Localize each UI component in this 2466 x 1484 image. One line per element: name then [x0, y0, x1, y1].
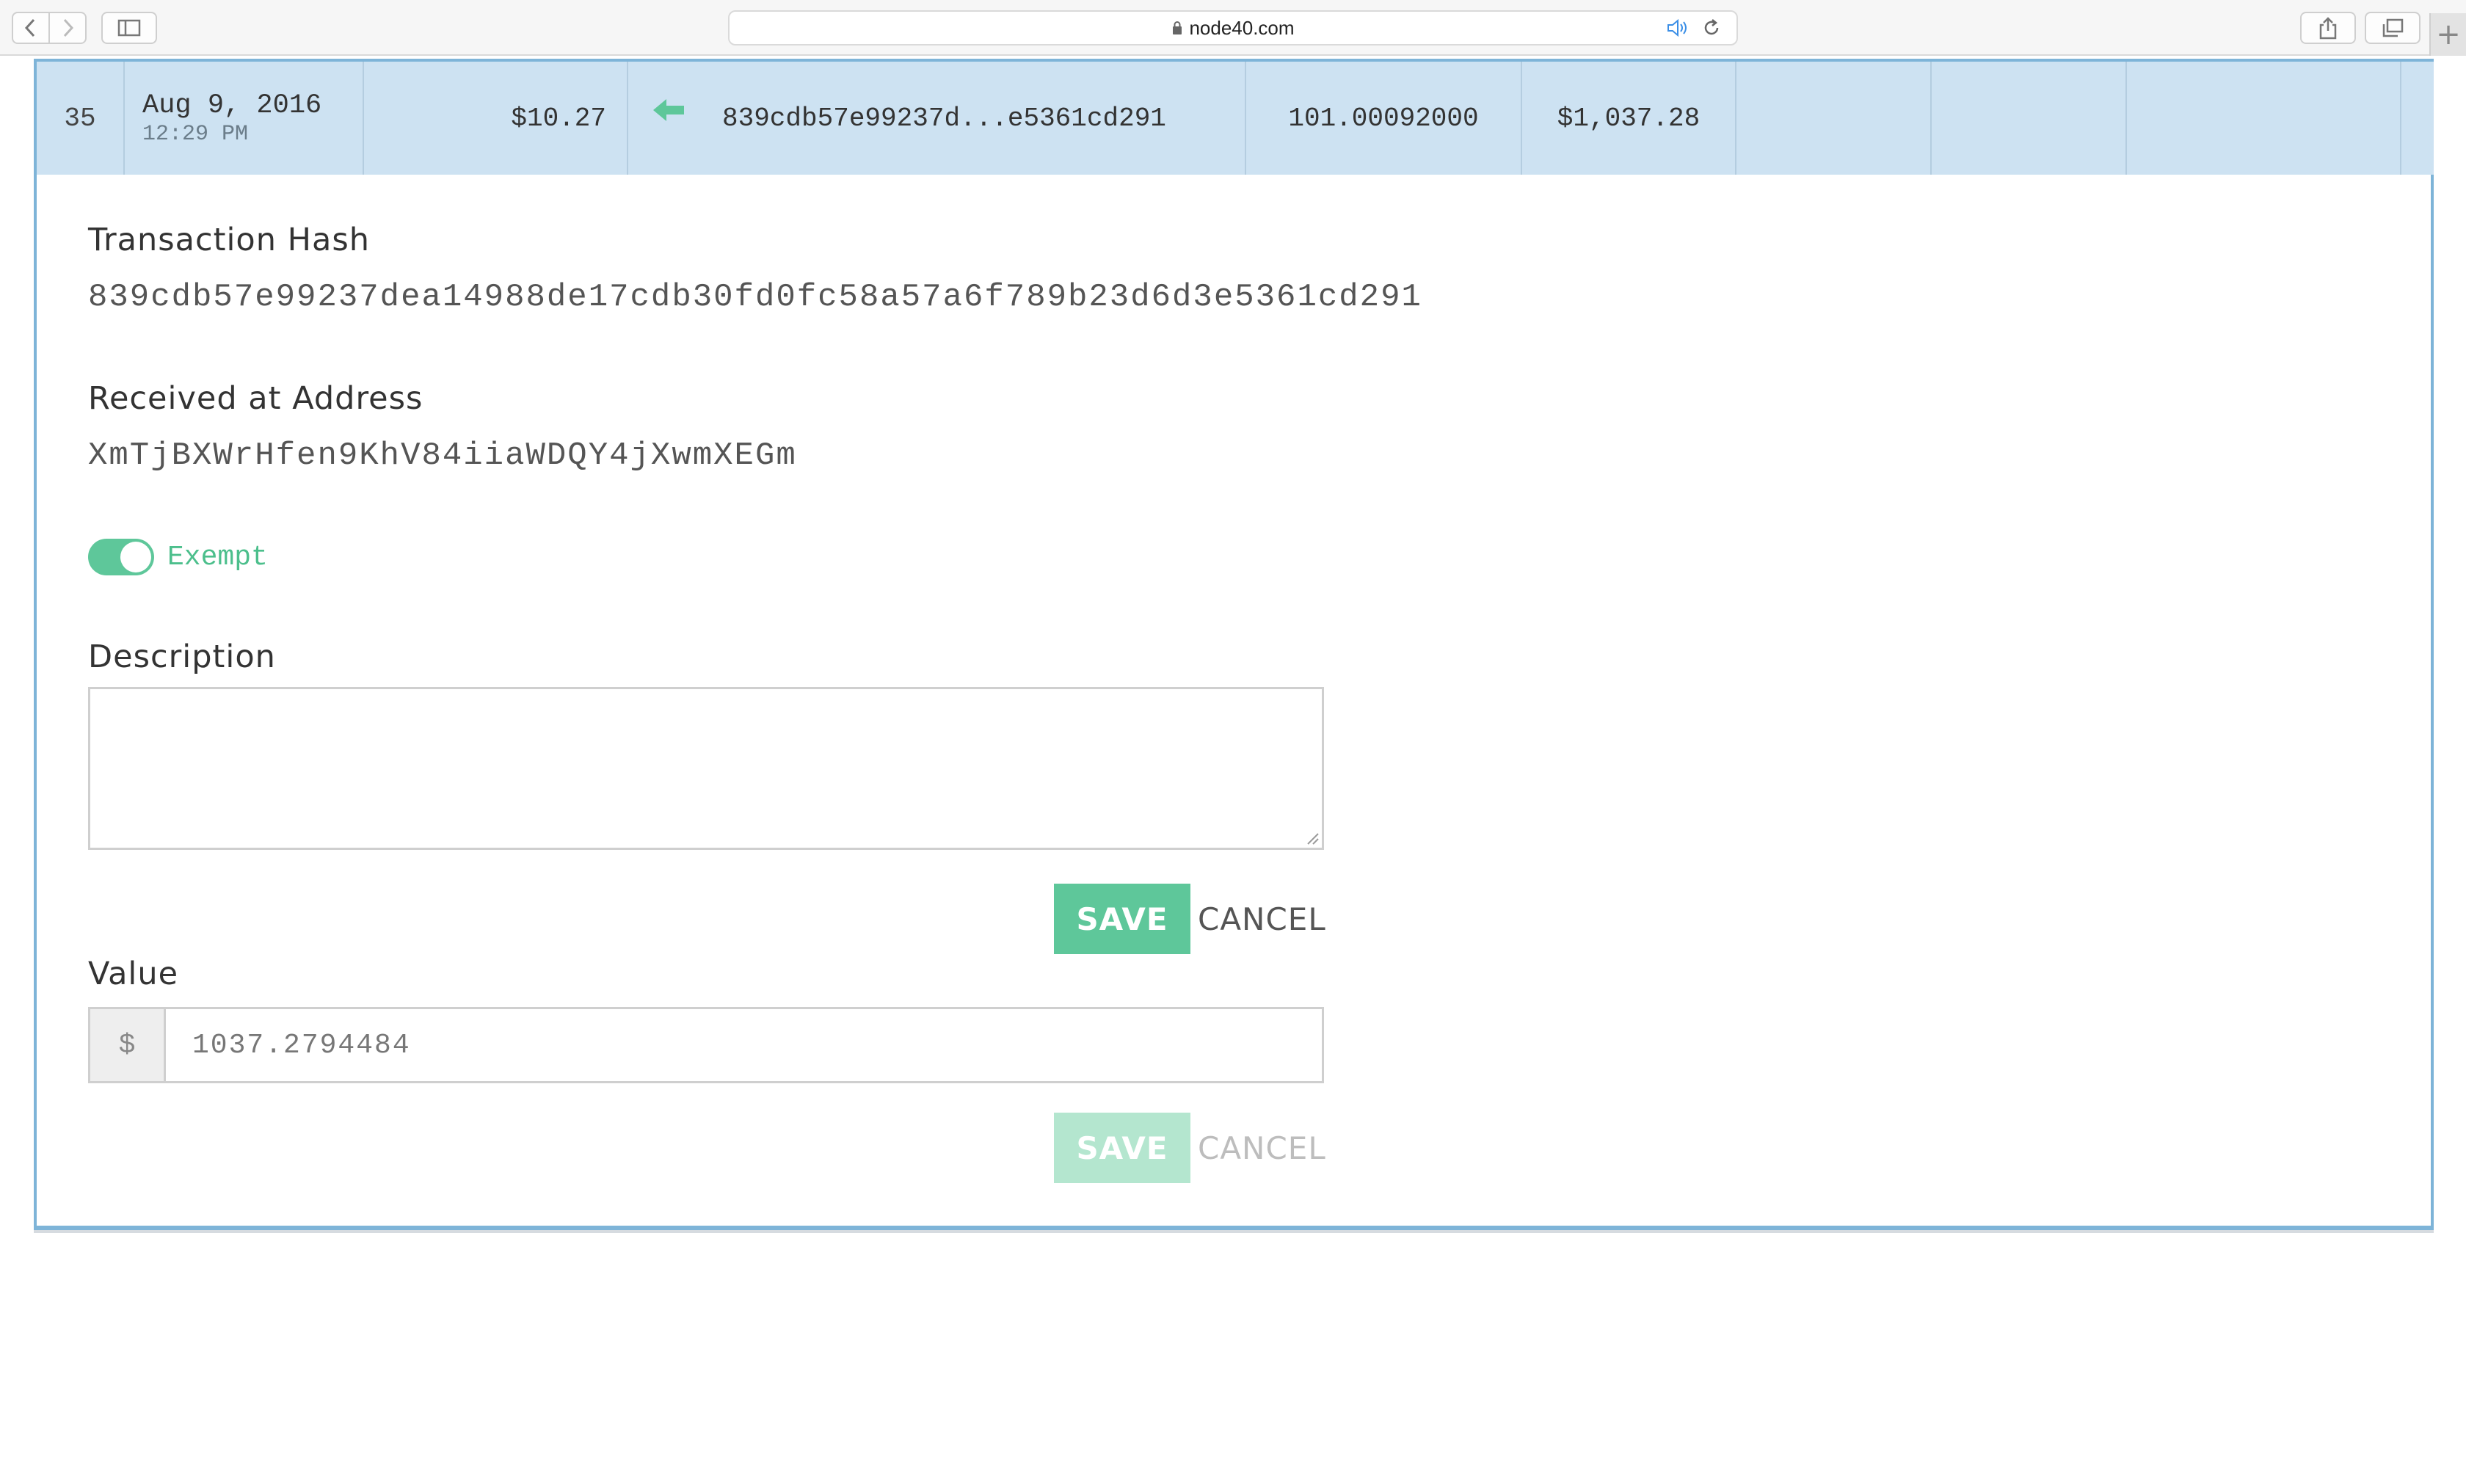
forward-button[interactable] — [48, 12, 87, 44]
address-label: Received at Address — [88, 380, 423, 417]
address-bar[interactable]: node40.com — [728, 10, 1738, 46]
sidebar-toggle-button[interactable] — [101, 12, 157, 44]
description-cancel-button[interactable]: CANCEL — [1198, 884, 1326, 954]
description-save-button[interactable]: SAVE — [1054, 884, 1190, 954]
share-icon — [2319, 17, 2337, 40]
resize-grip-icon[interactable] — [1305, 831, 1320, 845]
reload-icon[interactable] — [1701, 18, 1722, 42]
row-empty-cell — [2127, 62, 2401, 175]
chevron-right-icon — [63, 18, 74, 37]
sidebar-icon — [117, 19, 141, 37]
exempt-label: Exempt — [167, 542, 268, 573]
row-time: 12:29 PM — [142, 122, 249, 147]
row-price: $10.27 — [364, 62, 628, 175]
value-save-button[interactable]: SAVE — [1054, 1113, 1190, 1183]
lock-icon — [1171, 21, 1183, 35]
row-date-cell: Aug 9, 2016 12:29 PM — [125, 62, 364, 175]
transaction-row[interactable]: 35 Aug 9, 2016 12:29 PM $10.27 839cdb57e… — [37, 62, 2434, 175]
share-button[interactable] — [2300, 12, 2356, 44]
back-button[interactable] — [12, 12, 50, 44]
panel-shadow-line — [34, 1230, 2434, 1233]
new-tab-button[interactable]: + — [2429, 13, 2466, 56]
row-empty-cell — [1932, 62, 2127, 175]
hash-label: Transaction Hash — [88, 222, 370, 258]
row-hash-cell: 839cdb57e99237d...e5361cd291 — [628, 62, 1246, 175]
arrow-left-icon — [652, 97, 693, 123]
transaction-detail-panel: 35 Aug 9, 2016 12:29 PM $10.27 839cdb57e… — [34, 59, 2434, 1230]
browser-toolbar: node40.com + — [0, 0, 2466, 56]
address-value: XmTjBXWrHfen9KhV84iiaWDQY4jXwmXEGm — [88, 437, 797, 474]
value-label: Value — [88, 956, 179, 992]
hash-value: 839cdb57e99237dea14988de17cdb30fd0fc58a5… — [88, 279, 1422, 316]
row-fiat-value: $1,037.28 — [1522, 62, 1736, 175]
row-index: 35 — [37, 62, 125, 175]
description-textarea[interactable] — [88, 687, 1324, 850]
tab-overview-button[interactable] — [2365, 12, 2420, 44]
exempt-toggle[interactable] — [88, 539, 154, 575]
description-label: Description — [88, 639, 276, 675]
row-hash[interactable]: 839cdb57e99237d...e5361cd291 — [722, 103, 1166, 134]
row-empty-cell — [1736, 62, 1932, 175]
value-cancel-button[interactable]: CANCEL — [1198, 1113, 1326, 1183]
row-date: Aug 9, 2016 — [142, 90, 322, 121]
plus-icon: + — [2436, 18, 2461, 51]
value-input[interactable] — [166, 1009, 1322, 1081]
url-text: node40.com — [1189, 16, 1295, 39]
chevron-left-icon — [24, 18, 35, 37]
tabs-icon — [2382, 18, 2404, 37]
row-amount: 101.00092000 — [1246, 62, 1522, 175]
currency-addon: $ — [90, 1009, 166, 1081]
value-input-group: $ — [88, 1007, 1324, 1083]
toggle-knob — [120, 542, 151, 572]
audio-icon[interactable] — [1666, 18, 1690, 42]
